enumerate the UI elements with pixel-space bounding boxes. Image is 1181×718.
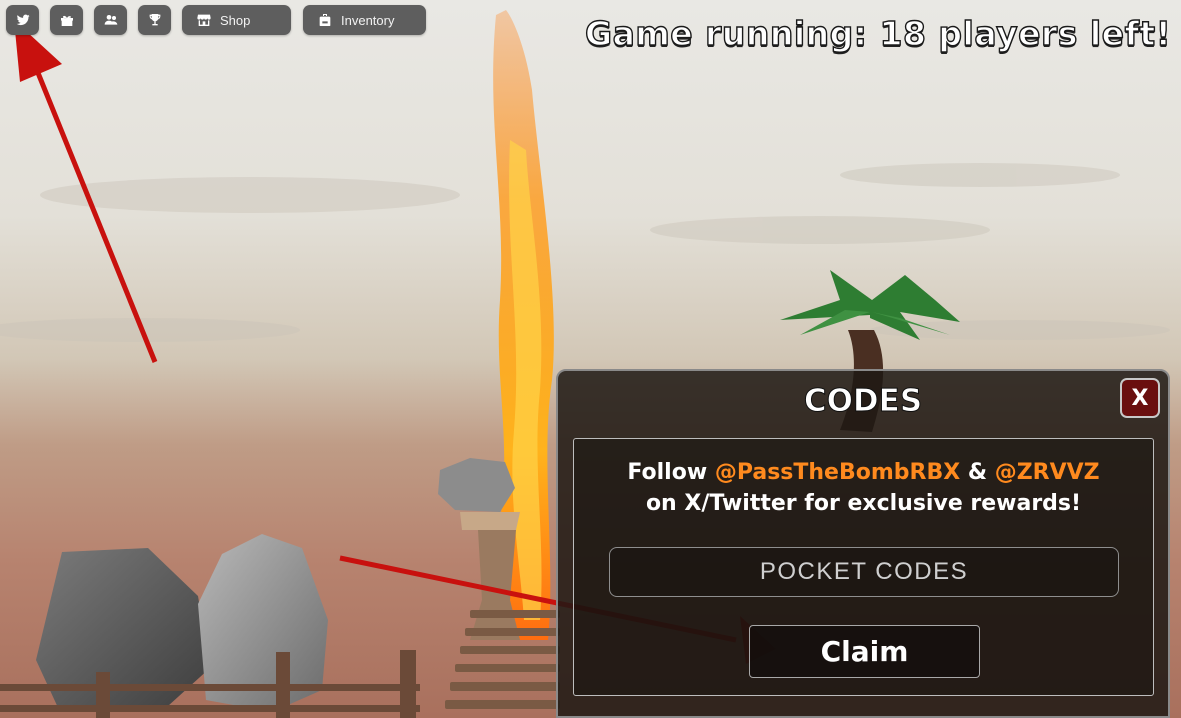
twitter-handle-2: @ZRVVZ [994, 460, 1100, 485]
code-input[interactable]: POCKET CODES [609, 547, 1119, 597]
clouds [0, 163, 1170, 342]
friends-button[interactable] [94, 5, 127, 35]
friends-icon [104, 15, 117, 25]
twitter-icon [16, 14, 30, 26]
gift-button[interactable] [50, 5, 83, 35]
inventory-button[interactable]: Inventory [303, 5, 426, 35]
twitter-button[interactable] [6, 5, 39, 35]
leaderboard-button[interactable] [138, 5, 171, 35]
codes-panel: CODES X Follow @PassTheBombRBX & @ZRVVZ … [556, 369, 1170, 718]
close-button[interactable]: X [1120, 378, 1160, 418]
claim-button[interactable]: Claim [749, 625, 980, 678]
backpack-icon [319, 14, 331, 26]
inventory-label: Inventory [341, 12, 395, 28]
codes-content-box: Follow @PassTheBombRBX & @ZRVVZ on X/Twi… [573, 438, 1154, 696]
follow-separator: & [960, 460, 995, 485]
shop-button[interactable]: Shop [182, 5, 291, 35]
gift-icon [60, 15, 73, 26]
codes-title: CODES [803, 383, 923, 420]
shop-label: Shop [220, 12, 251, 28]
trophy-icon [149, 14, 160, 26]
twitter-handle-1: @PassTheBombRBX [714, 460, 961, 485]
game-status-text: Game running: 18 players left! [584, 13, 1172, 53]
store-icon [197, 14, 211, 26]
follow-prefix: Follow [627, 460, 715, 485]
follow-line-2: on X/Twitter for exclusive rewards! [645, 491, 1082, 516]
follow-message: Follow @PassTheBombRBX & @ZRVVZ on X/Twi… [574, 457, 1153, 519]
